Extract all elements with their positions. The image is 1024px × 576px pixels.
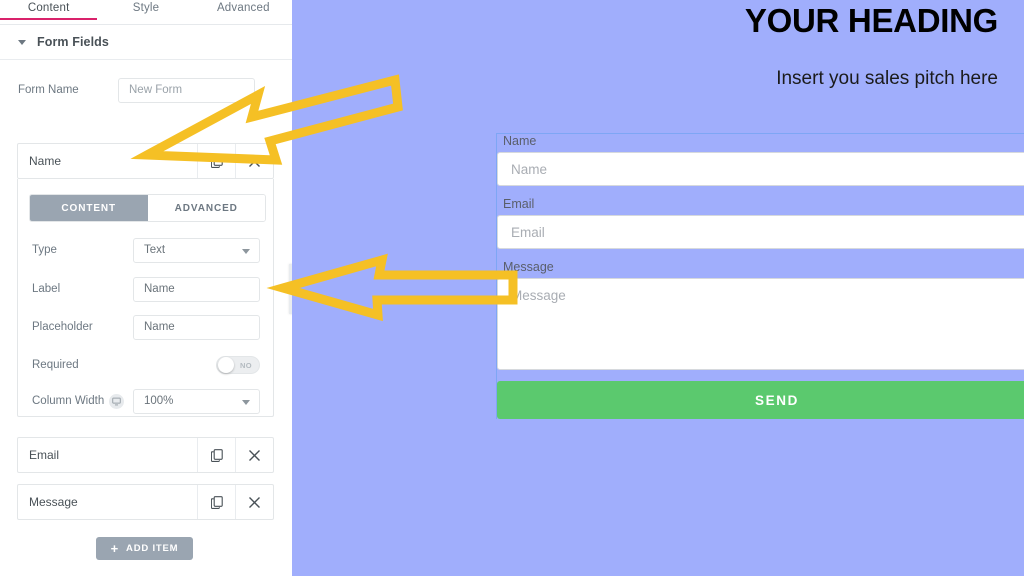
preview-field-group-name: Name Name bbox=[497, 134, 1024, 186]
close-icon bbox=[249, 496, 260, 508]
section-header-form-fields[interactable]: Form Fields bbox=[0, 25, 292, 60]
preview-subheading[interactable]: Insert you sales pitch here bbox=[776, 68, 998, 90]
setting-row-label: Label Name bbox=[18, 274, 275, 304]
close-icon bbox=[249, 449, 260, 461]
type-select-value: Text bbox=[144, 244, 166, 256]
chevron-down-icon bbox=[242, 399, 250, 405]
tab-style-label: Style bbox=[132, 2, 160, 14]
preview-textarea-message[interactable]: Message bbox=[497, 278, 1024, 370]
duplicate-field-button-email[interactable] bbox=[197, 438, 235, 472]
preview-field-group-message: Message Message bbox=[497, 260, 1024, 370]
tab-content[interactable]: Content bbox=[0, 0, 98, 21]
type-label: Type bbox=[32, 244, 57, 256]
close-icon bbox=[249, 155, 260, 167]
segment-advanced-label: ADVANCED bbox=[174, 202, 238, 214]
page-preview: YOUR HEADING Insert you sales pitch here… bbox=[292, 0, 1024, 576]
field-settings-panel: CONTENT ADVANCED Type Text Label Name Pl… bbox=[17, 179, 274, 417]
chevron-down-icon bbox=[242, 248, 250, 254]
required-label: Required bbox=[32, 359, 79, 371]
preview-heading[interactable]: YOUR HEADING bbox=[745, 2, 998, 40]
field-row-email-label: Email bbox=[29, 448, 60, 462]
remove-field-button-email[interactable] bbox=[235, 438, 273, 472]
editor-panel: Content Style Advanced Form Fields Form … bbox=[0, 0, 293, 576]
screen: Content Style Advanced Form Fields Form … bbox=[0, 0, 1024, 576]
setting-row-column-width: Column Width 100% bbox=[18, 386, 275, 416]
type-select[interactable]: Text bbox=[133, 237, 260, 263]
preview-label-name: Name bbox=[503, 134, 537, 148]
column-width-value: 100% bbox=[144, 395, 174, 407]
tab-content-label: Content bbox=[27, 2, 70, 14]
copy-icon bbox=[210, 495, 223, 509]
preview-send-button[interactable]: SEND bbox=[497, 381, 1024, 419]
field-row-name[interactable]: Name bbox=[17, 143, 274, 179]
form-name-input[interactable]: New Form bbox=[118, 77, 255, 103]
required-toggle[interactable]: NO bbox=[216, 356, 260, 374]
form-name-label: Form Name bbox=[18, 84, 79, 96]
tab-style[interactable]: Style bbox=[97, 0, 194, 15]
add-item-button[interactable]: + ADD ITEM bbox=[96, 537, 193, 560]
column-width-label-wrap: Column Width bbox=[32, 393, 133, 409]
setting-row-placeholder: Placeholder Name bbox=[18, 312, 275, 342]
duplicate-field-button-name[interactable] bbox=[197, 144, 235, 178]
preview-field-group-email: Email Email bbox=[497, 197, 1024, 249]
tab-advanced-label: Advanced bbox=[216, 2, 270, 14]
desktop-icon[interactable] bbox=[109, 393, 125, 409]
setting-row-required: Required NO bbox=[18, 350, 275, 380]
preview-label-message: Message bbox=[503, 260, 554, 274]
preview-label-email: Email bbox=[503, 197, 535, 211]
preview-form: Name Name Email Email Message Message SE… bbox=[496, 133, 1024, 419]
segment-advanced[interactable]: ADVANCED bbox=[147, 195, 265, 221]
setting-row-type: Type Text bbox=[18, 235, 275, 265]
label-field-label: Label bbox=[32, 283, 61, 295]
field-row-message[interactable]: Message bbox=[17, 484, 274, 520]
field-row-message-label: Message bbox=[29, 495, 78, 509]
segment-content-label: CONTENT bbox=[61, 202, 117, 214]
required-toggle-value: NO bbox=[239, 360, 252, 370]
form-name-row: Form Name New Form bbox=[0, 59, 292, 121]
column-width-label: Column Width bbox=[32, 395, 105, 407]
placeholder-field-label: Placeholder bbox=[32, 321, 93, 333]
field-row-name-label: Name bbox=[29, 154, 62, 168]
tab-advanced[interactable]: Advanced bbox=[195, 0, 292, 15]
duplicate-field-button-message[interactable] bbox=[197, 485, 235, 519]
preview-input-email[interactable]: Email bbox=[497, 215, 1024, 249]
segment-content[interactable]: CONTENT bbox=[30, 195, 148, 221]
editor-tabbar: Content Style Advanced bbox=[0, 0, 292, 21]
label-input[interactable]: Name bbox=[133, 276, 260, 302]
add-item-label: ADD ITEM bbox=[126, 543, 179, 554]
field-settings-segmented-control: CONTENT ADVANCED bbox=[29, 194, 266, 222]
chevron-down-icon bbox=[18, 39, 26, 45]
placeholder-input[interactable]: Name bbox=[133, 314, 260, 340]
preview-input-name[interactable]: Name bbox=[497, 152, 1024, 186]
field-row-email[interactable]: Email bbox=[17, 437, 274, 473]
copy-icon bbox=[210, 448, 223, 462]
section-title: Form Fields bbox=[37, 35, 109, 49]
copy-icon bbox=[210, 154, 223, 168]
remove-field-button-name[interactable] bbox=[235, 144, 273, 178]
toggle-knob bbox=[218, 357, 234, 373]
remove-field-button-message[interactable] bbox=[235, 485, 273, 519]
column-width-select[interactable]: 100% bbox=[133, 388, 260, 414]
